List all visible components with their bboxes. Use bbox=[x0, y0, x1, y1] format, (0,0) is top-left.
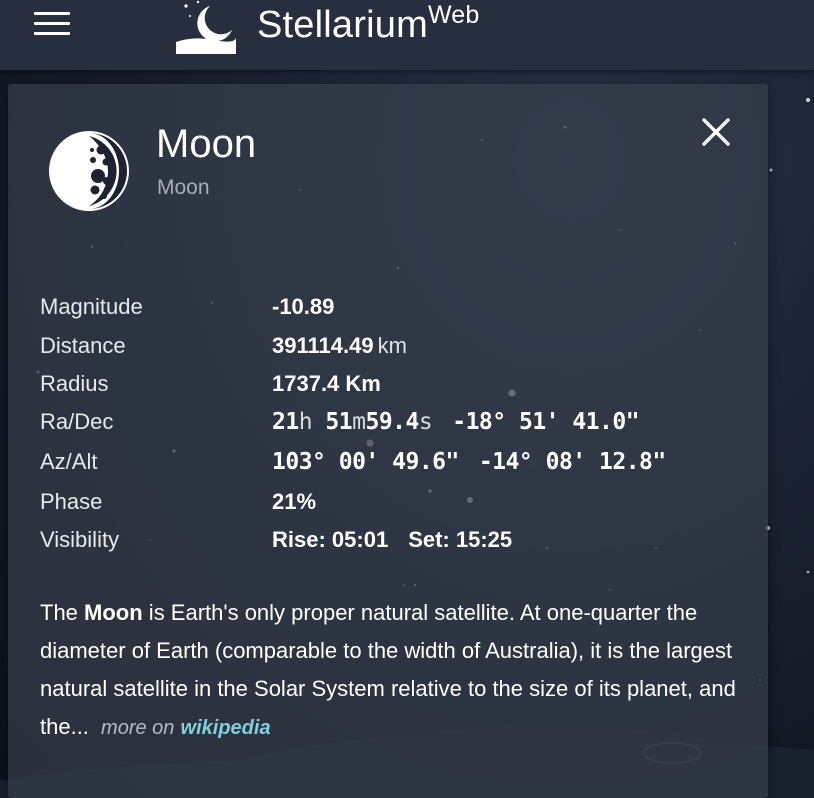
phase-value: 21% bbox=[272, 489, 317, 514]
hamburger-menu-icon[interactable] bbox=[34, 12, 70, 38]
distance-value: 391114.49 bbox=[272, 333, 374, 358]
ra-minutes: 51 bbox=[325, 409, 353, 435]
brand-suffix: Web bbox=[427, 1, 480, 29]
info-row-magnitude: Magnitude -10.89 bbox=[40, 294, 740, 324]
ra-hours-unit: h bbox=[298, 409, 313, 435]
magnitude-value: -10.89 bbox=[272, 294, 335, 319]
rise-time: Rise: 05:01 bbox=[272, 527, 389, 552]
brand-name: Stellarium bbox=[257, 4, 428, 46]
object-description: The Moon is Earth's only proper natural … bbox=[40, 594, 740, 747]
stellarium-logo-icon bbox=[176, 0, 236, 54]
info-row-radec: Ra/Dec 21h 51m59.4s -18° 51' 41.0" bbox=[40, 409, 740, 439]
object-info-panel: Moon Moon Magnitude -10.89 Distance 3911… bbox=[8, 84, 768, 798]
radec-label: Ra/Dec bbox=[40, 409, 114, 434]
ra-hours: 21 bbox=[272, 409, 299, 435]
description-prefix: The bbox=[40, 600, 85, 625]
info-row-distance: Distance 391114.49 km bbox=[40, 333, 740, 363]
magnitude-label: Magnitude bbox=[40, 294, 143, 319]
close-icon[interactable] bbox=[698, 114, 734, 150]
dec-value: -18° 51' 41.0" bbox=[452, 409, 640, 435]
radec-value: 21h 51m59.4s -18° 51' 41.0" bbox=[272, 409, 640, 435]
distance-unit: km bbox=[377, 333, 407, 358]
azimuth-value: 103° 00' 49.6" bbox=[272, 449, 459, 475]
phase-label: Phase bbox=[40, 489, 103, 514]
wikipedia-link[interactable]: wikipedia bbox=[181, 717, 271, 739]
ra-minutes-unit: m bbox=[352, 409, 366, 435]
moon-icon bbox=[49, 131, 129, 211]
info-row-visibility: Visibility Rise: 05:01 Set: 15:25 bbox=[40, 527, 740, 557]
info-row-radius: Radius 1737.4 Km bbox=[40, 371, 740, 401]
altitude-value: -14° 08' 12.8" bbox=[478, 449, 666, 475]
object-title: Moon bbox=[156, 122, 257, 166]
radius-label: Radius bbox=[40, 371, 109, 396]
azalt-value: 103° 00' 49.6" -14° 08' 12.8" bbox=[272, 449, 666, 475]
info-row-phase: Phase 21% bbox=[40, 489, 740, 519]
top-app-bar: StellariumWeb bbox=[0, 0, 814, 70]
ra-seconds-unit: s bbox=[418, 409, 433, 435]
description-bold-name: Moon bbox=[84, 600, 143, 625]
more-on-label: more on bbox=[101, 717, 175, 739]
azalt-label: Az/Alt bbox=[40, 449, 98, 474]
set-time: Set: 15:25 bbox=[408, 527, 513, 552]
visibility-label: Visibility bbox=[40, 527, 120, 552]
object-type: Moon bbox=[157, 176, 210, 199]
info-row-azalt: Az/Alt 103° 00' 49.6" -14° 08' 12.8" bbox=[40, 449, 740, 479]
ra-seconds: 59.4 bbox=[365, 409, 419, 435]
distance-value-group: 391114.49 km bbox=[272, 333, 407, 359]
distance-label: Distance bbox=[40, 333, 126, 358]
visibility-value: Rise: 05:01 Set: 15:25 bbox=[272, 527, 512, 553]
app-brand-title: StellariumWeb bbox=[257, 1, 480, 47]
radius-value: 1737.4 Km bbox=[272, 371, 381, 396]
